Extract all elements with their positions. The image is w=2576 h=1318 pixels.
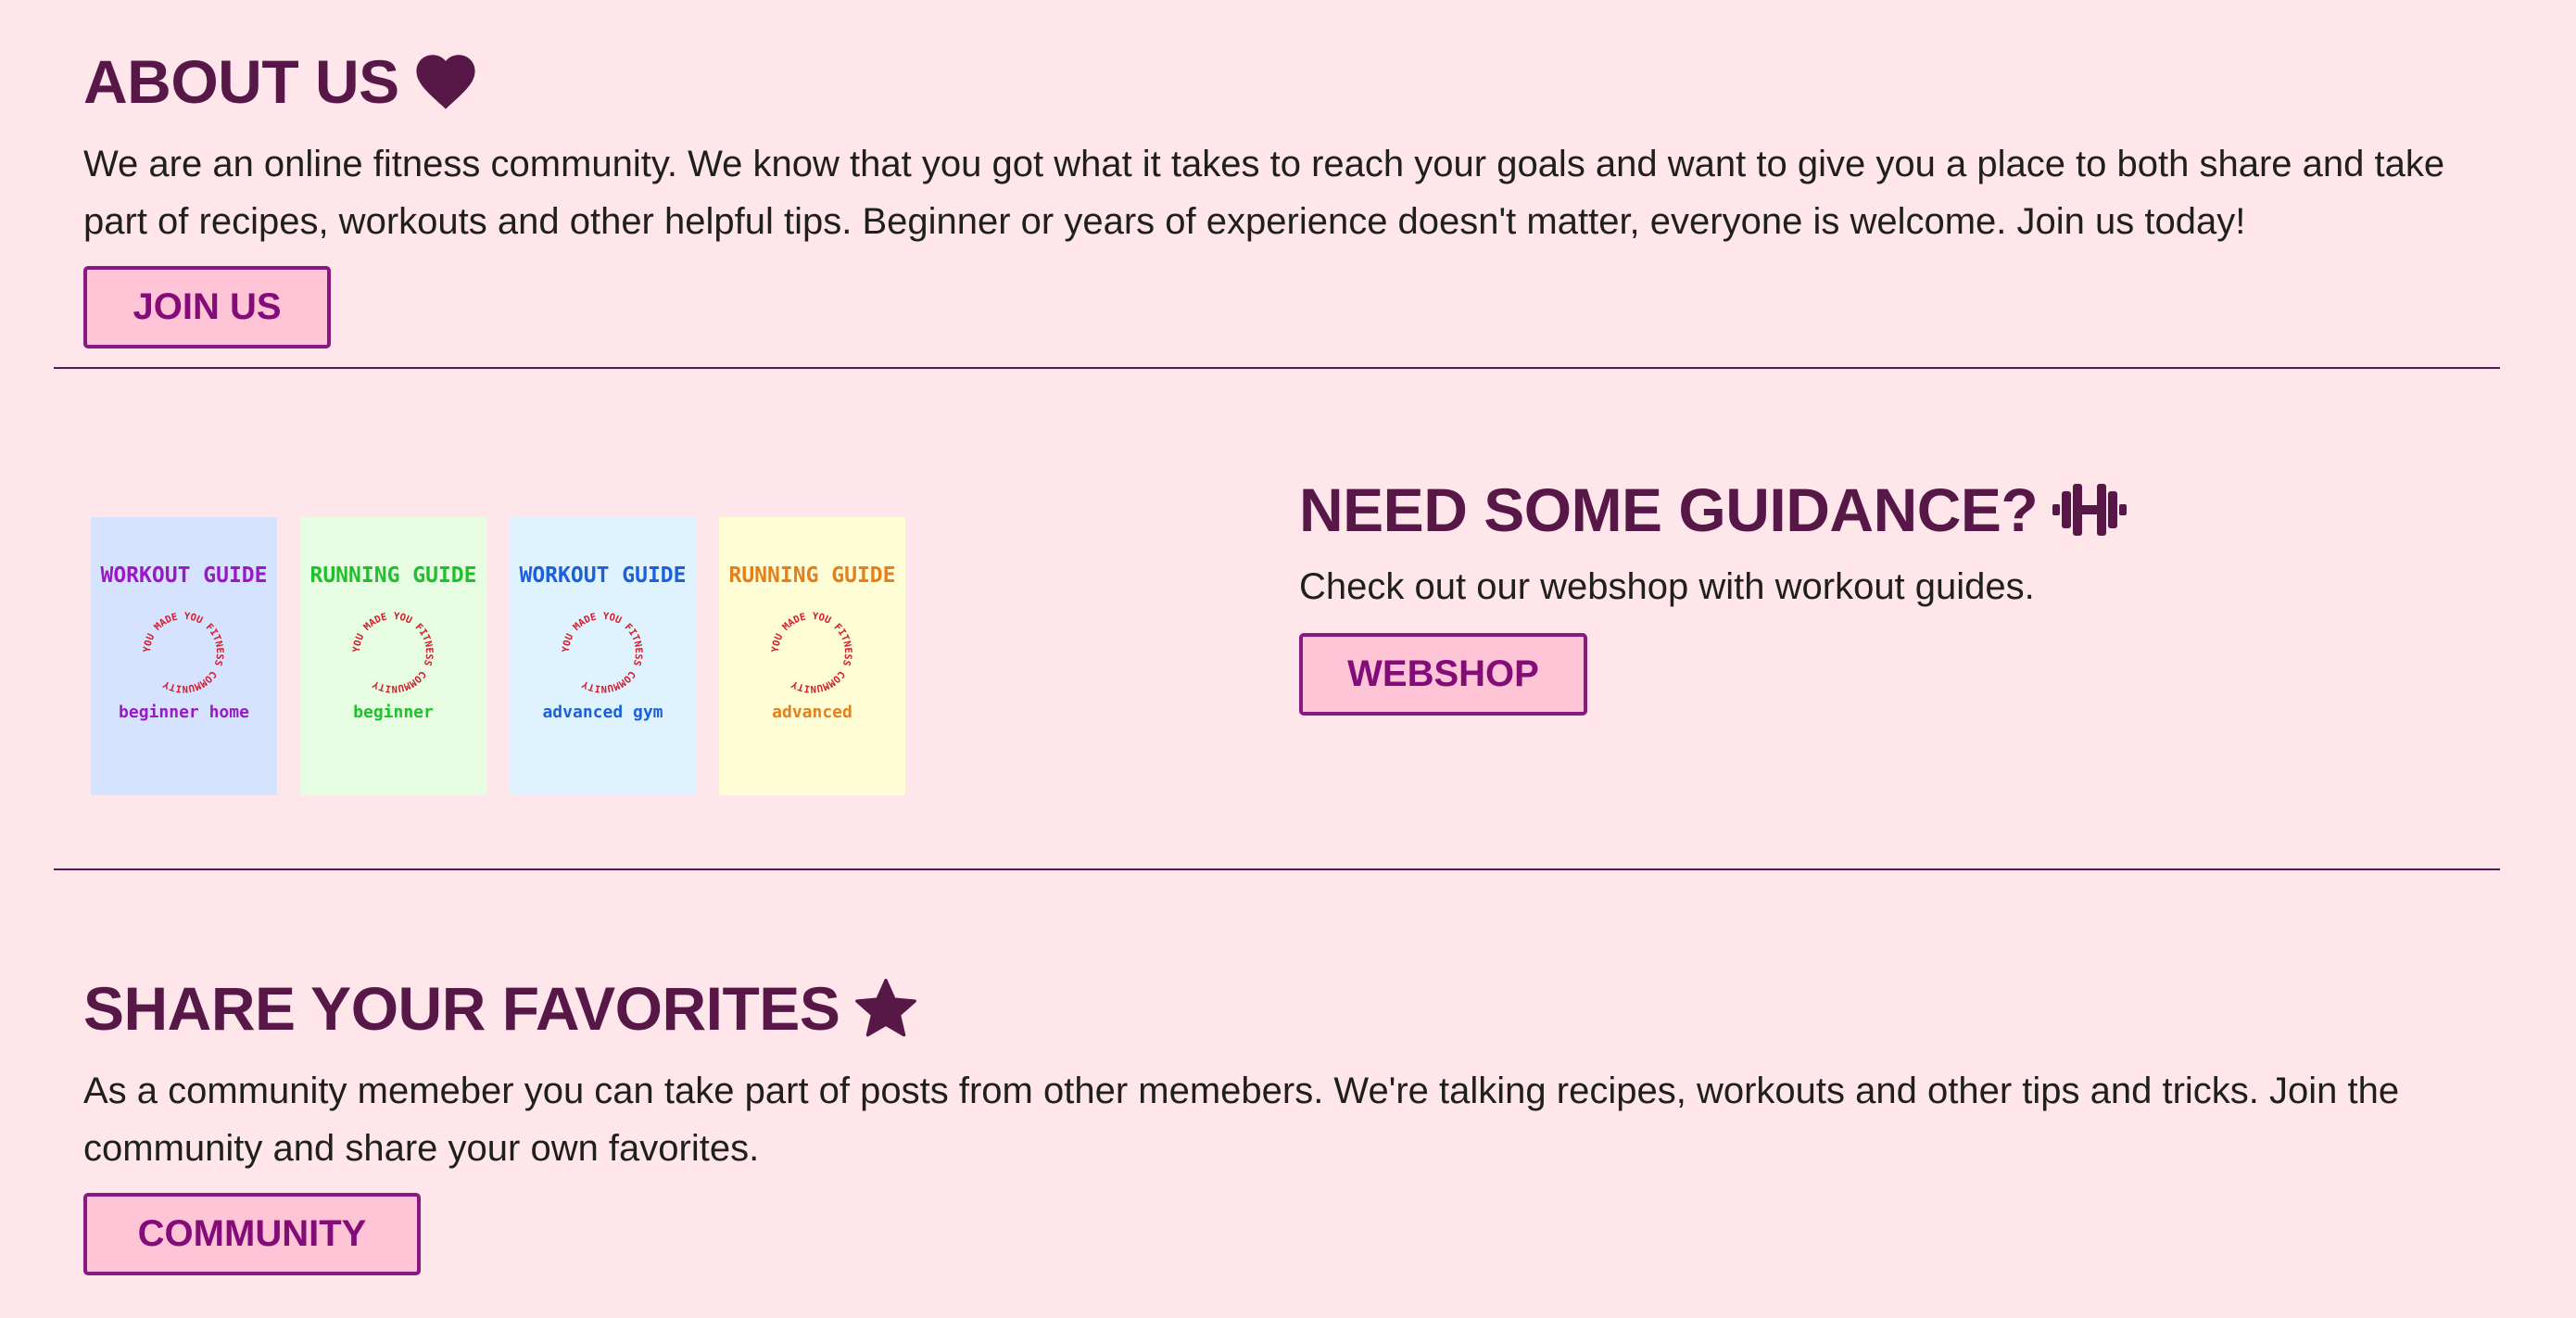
join-us-button[interactable]: JOIN US [83, 266, 331, 349]
seal-logo: YOU MADE YOU FITNESS COMMUNITY [561, 611, 644, 694]
guide-subtitle: beginner home [119, 703, 249, 722]
divider [54, 868, 2500, 870]
favorites-heading: SHARE YOUR FAVORITES [83, 973, 917, 1044]
guide-title: WORKOUT GUIDE [519, 564, 687, 588]
guide-title: RUNNING GUIDE [309, 564, 477, 588]
divider [54, 367, 2500, 369]
star-icon [854, 978, 917, 1039]
seal-logo: YOU MADE YOU FITNESS COMMUNITY [770, 611, 853, 694]
svg-text:YOU MADE YOU FITNESS COMMUNITY: YOU MADE YOU FITNESS COMMUNITY [142, 611, 225, 694]
guide-subtitle: advanced [772, 703, 852, 722]
guide-cover[interactable]: WORKOUT GUIDE YOU MADE YOU FITNESS COMMUN… [510, 517, 696, 795]
guide-cover[interactable]: RUNNING GUIDE YOU MADE YOU FITNESS COMMUN… [719, 517, 905, 795]
heart-icon [414, 53, 477, 110]
guidance-text: Check out our webshop with workout guide… [1299, 566, 2035, 607]
favorites-title: SHARE YOUR FAVORITES [83, 974, 840, 1043]
seal-logo: YOU MADE YOU FITNESS COMMUNITY [142, 611, 225, 694]
guide-title: WORKOUT GUIDE [100, 564, 268, 588]
about-text: We are an online fitness community. We k… [83, 144, 2445, 242]
favorites-text: As a community memeber you can take part… [83, 1071, 2400, 1169]
guidance-heading: NEED SOME GUIDANCE? [1299, 475, 2128, 545]
seal-logo: YOU MADE YOU FITNESS COMMUNITY [351, 611, 435, 694]
about-title: ABOUT US [83, 47, 399, 116]
guide-cover[interactable]: RUNNING GUIDE YOU MADE YOU FITNESS COMMUN… [300, 517, 486, 795]
svg-text:YOU MADE YOU FITNESS COMMUNITY: YOU MADE YOU FITNESS COMMUNITY [770, 611, 853, 694]
webshop-button[interactable]: WEBSHOP [1299, 633, 1587, 716]
guide-subtitle: advanced gym [542, 703, 663, 722]
about-heading: ABOUT US [83, 46, 477, 117]
guide-title: RUNNING GUIDE [728, 564, 896, 588]
guide-cover[interactable]: WORKOUT GUIDE YOU MADE YOU FITNESS COMMUN… [91, 517, 277, 795]
svg-text:YOU MADE YOU FITNESS COMMUNITY: YOU MADE YOU FITNESS COMMUNITY [351, 611, 435, 694]
svg-text:YOU MADE YOU FITNESS COMMUNITY: YOU MADE YOU FITNESS COMMUNITY [561, 611, 644, 694]
dumbbell-icon [2052, 482, 2128, 538]
guidance-title: NEED SOME GUIDANCE? [1299, 475, 2039, 544]
guide-subtitle: beginner [353, 703, 434, 722]
community-button[interactable]: COMMUNITY [83, 1193, 421, 1275]
